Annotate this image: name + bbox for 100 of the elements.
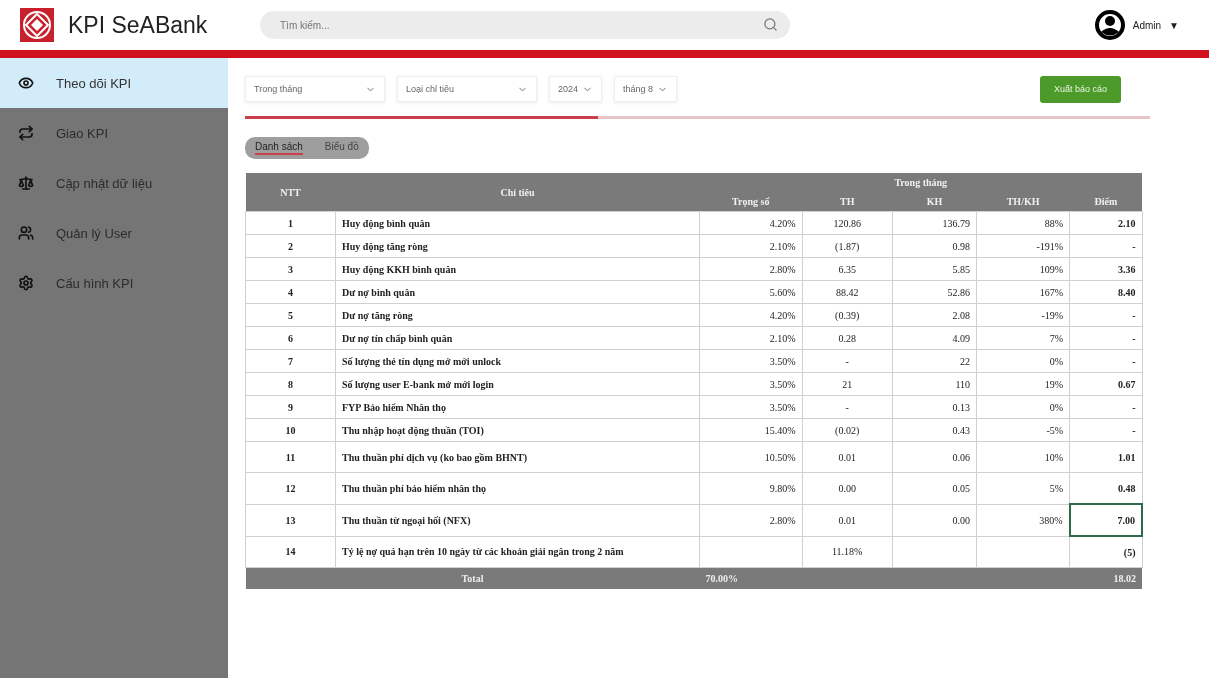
table-cell: 10	[245, 418, 336, 442]
user-name[interactable]: Admin	[1132, 19, 1162, 31]
table-cell: 14	[245, 536, 336, 568]
table-cell: 11	[245, 441, 336, 473]
eye-icon	[18, 75, 34, 91]
table-cell: 5%	[976, 472, 1070, 504]
table-cell: (1.87)	[802, 234, 893, 258]
table-cell: 4.20%	[699, 211, 803, 235]
table-cell: 2.80%	[699, 257, 803, 281]
table-cell: 2	[245, 234, 336, 258]
total-label: Total	[245, 567, 700, 589]
table-cell: Thu nhập hoạt động thuần (TOI)	[335, 418, 700, 442]
table-cell: 4	[245, 280, 336, 304]
table-cell: 4.09	[892, 326, 977, 350]
table-cell: Dư nợ tín chấp bình quân	[335, 326, 700, 350]
filter-dropdown[interactable]: Loại chỉ tiêu	[397, 76, 537, 102]
table-cell: Dư nợ tăng ròng	[335, 303, 700, 327]
table-cell: 2.08	[892, 303, 977, 327]
table-cell: 0%	[976, 349, 1070, 373]
table-cell: Huy động tăng ròng	[335, 234, 700, 258]
filter-dropdown[interactable]: 2024	[549, 76, 603, 102]
users-icon	[18, 225, 34, 241]
table-cell: -	[1069, 349, 1142, 373]
table-cell: 7	[245, 349, 336, 373]
logo-icon	[20, 8, 54, 42]
scale-icon	[18, 175, 34, 191]
table-cell: 3	[245, 257, 336, 281]
table-cell: -	[802, 349, 893, 373]
table-cell: 19%	[976, 372, 1070, 396]
sidebar-item[interactable]: Theo dõi KPI	[0, 58, 228, 108]
table-cell: 0.13	[892, 395, 977, 419]
view-tab[interactable]: Danh sách	[255, 141, 303, 155]
table-cell: Số lượng thẻ tín dụng mở mới unlock	[335, 349, 700, 373]
table-cell: 11.18%	[802, 536, 893, 568]
table-cell: 21	[802, 372, 893, 396]
table-cell: 9	[245, 395, 336, 419]
table-cell: 5.60%	[699, 280, 803, 304]
table-cell: 6.35	[802, 257, 893, 281]
view-tab[interactable]: Biểu đồ	[324, 141, 359, 155]
column-header: Trọng số	[699, 192, 803, 212]
column-header: Chỉ tiêu	[335, 173, 700, 212]
table-cell: 4.20%	[699, 303, 803, 327]
table-cell: 88.42	[802, 280, 893, 304]
table-cell: Huy động bình quân	[335, 211, 700, 235]
table-cell: Huy động KKH bình quân	[335, 257, 700, 281]
search-field[interactable]: Tìm kiếm...	[260, 11, 790, 39]
table-cell: 8	[245, 372, 336, 396]
table-cell: -	[1069, 418, 1142, 442]
table-cell: 5	[245, 303, 336, 327]
table-cell: 7.00	[1069, 504, 1142, 536]
table-cell: 0.01	[802, 504, 893, 536]
column-header: TH	[802, 192, 893, 212]
table-cell: 12	[245, 472, 336, 504]
caret-icon[interactable]: ▼	[1169, 19, 1179, 31]
table-cell: 3.50%	[699, 395, 803, 419]
table-cell: 88%	[976, 211, 1070, 235]
column-header: TH/KH	[976, 192, 1070, 212]
table-cell: -5%	[976, 418, 1070, 442]
table-cell: 13	[245, 504, 336, 536]
table-cell: Tỷ lệ nợ quá hạn trên 10 ngày từ các khoản giải ngân trong 2 năm	[335, 536, 700, 568]
table-cell: Số lượng user E-bank mở mới login	[335, 372, 700, 396]
table-cell: 0.98	[892, 234, 977, 258]
filter-dropdown[interactable]: tháng 8	[614, 76, 678, 102]
column-header: Điểm	[1069, 192, 1142, 212]
column-header: NTT	[245, 173, 336, 212]
table-cell: 0%	[976, 395, 1070, 419]
table-cell: 2.10%	[699, 234, 803, 258]
table-cell: (0.39)	[802, 303, 893, 327]
user-avatar-icon[interactable]	[1094, 10, 1125, 40]
table-cell: 0.01	[802, 441, 893, 473]
table-cell: Thu thuần phí dịch vụ (ko bao gồm BHNT)	[335, 441, 700, 473]
table-cell: Thu thuần từ ngoại hối (NFX)	[335, 504, 700, 536]
table-cell: 0.06	[892, 441, 977, 473]
settings-icon	[18, 275, 34, 291]
table-cell: 15.40%	[699, 418, 803, 442]
table-cell: 5.85	[892, 257, 977, 281]
table-cell: 8.40	[1069, 280, 1142, 304]
table-cell: 10%	[976, 441, 1070, 473]
table-cell: FYP Bảo hiểm Nhân thọ	[335, 395, 700, 419]
group-header: Trong tháng	[699, 173, 1142, 192]
table-cell: -	[1069, 395, 1142, 419]
table-cell: 0.00	[892, 504, 977, 536]
table-cell: -	[1069, 326, 1142, 350]
filter-dropdown[interactable]: Trong tháng	[245, 76, 385, 102]
table-cell: 110	[892, 372, 977, 396]
table-cell: 120.86	[802, 211, 893, 235]
table-cell: 1	[245, 211, 336, 235]
table-cell: -	[802, 395, 893, 419]
table-cell: 2.10	[1069, 211, 1142, 235]
table-cell: 2.10%	[699, 326, 803, 350]
table-cell: 22	[892, 349, 977, 373]
table-cell: -	[1069, 303, 1142, 327]
export-button[interactable]: Xuất báo cáo	[1039, 75, 1121, 103]
table-cell: 3.36	[1069, 257, 1142, 281]
table-cell: -	[1069, 234, 1142, 258]
table-cell: 167%	[976, 280, 1070, 304]
table-cell: 3.50%	[699, 372, 803, 396]
table-cell: (0.02)	[802, 418, 893, 442]
search-icon[interactable]	[763, 17, 778, 32]
table-cell: 6	[245, 326, 336, 350]
